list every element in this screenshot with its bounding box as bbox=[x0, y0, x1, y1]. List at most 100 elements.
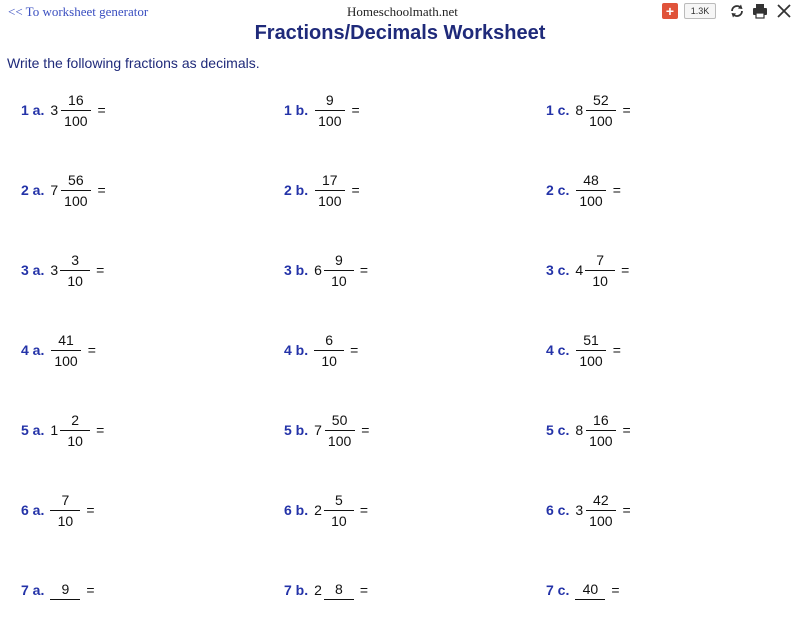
problem-label: 1 a. bbox=[21, 102, 45, 118]
problem-label: 1 b. bbox=[284, 102, 309, 118]
whole-number: 8 bbox=[575, 102, 584, 118]
equals-sign: = bbox=[612, 182, 621, 198]
problem-label: 2 a. bbox=[21, 182, 45, 198]
numerator: 8 bbox=[323, 580, 354, 600]
problem-item: 6 b. 2 5 10 = bbox=[284, 480, 368, 540]
denominator: 10 bbox=[67, 272, 83, 289]
equals-sign: = bbox=[359, 502, 369, 518]
problem-row: 3 a. 3 3 10 = 3 b. 6 9 10 = 3 c. 4 7 10 = bbox=[0, 240, 800, 300]
equals-sign: = bbox=[359, 262, 369, 278]
numerator: 51 bbox=[576, 331, 607, 351]
equals-sign: = bbox=[97, 102, 106, 118]
equals-sign: = bbox=[351, 182, 360, 198]
fraction: 9 bbox=[50, 580, 81, 601]
problem-label: 5 a. bbox=[21, 422, 45, 438]
equals-sign: = bbox=[96, 422, 105, 438]
equals-sign: = bbox=[359, 582, 369, 598]
problem-label: 4 b. bbox=[284, 342, 309, 358]
fraction: 42 100 bbox=[585, 491, 616, 530]
whole-number: 7 bbox=[50, 182, 59, 198]
problem-label: 4 c. bbox=[546, 342, 570, 358]
problem-label: 6 b. bbox=[284, 502, 309, 518]
fraction: 7 10 bbox=[50, 491, 81, 530]
problem-label: 2 b. bbox=[284, 182, 309, 198]
denominator: 10 bbox=[592, 272, 608, 289]
fraction: 41 100 bbox=[50, 331, 82, 370]
denominator: 100 bbox=[54, 352, 78, 369]
plus-icon[interactable]: + bbox=[662, 3, 678, 19]
problem-label: 6 c. bbox=[546, 502, 570, 518]
numerator: 7 bbox=[585, 251, 616, 271]
denominator: 100 bbox=[64, 112, 88, 129]
whole-number: 3 bbox=[50, 102, 59, 118]
equals-sign: = bbox=[361, 422, 370, 438]
numerator: 48 bbox=[576, 171, 607, 191]
problem-label: 7 a. bbox=[21, 582, 45, 598]
numerator: 17 bbox=[314, 171, 345, 191]
numerator: 7 bbox=[50, 491, 81, 511]
equals-sign: = bbox=[87, 342, 96, 358]
refresh-icon[interactable] bbox=[728, 2, 746, 20]
problem-item: 2 a. 7 56 100 = bbox=[21, 160, 106, 220]
equals-sign: = bbox=[351, 102, 360, 118]
whole-number: 7 bbox=[314, 422, 322, 438]
equals-sign: = bbox=[86, 502, 95, 518]
denominator: 100 bbox=[327, 432, 352, 449]
problem-item: 1 c. 8 52 100 = bbox=[546, 80, 631, 140]
denominator: 10 bbox=[331, 272, 347, 289]
problem-item: 4 b. 6 10 = bbox=[284, 320, 358, 380]
problem-row: 5 a. 1 2 10 = 5 b. 7 50 100 = 5 c. 8 16 100 = bbox=[0, 400, 800, 460]
print-icon[interactable] bbox=[751, 2, 769, 20]
worksheet-generator-link[interactable]: << To worksheet generator bbox=[8, 4, 148, 20]
fraction: 6 10 bbox=[314, 331, 345, 370]
problem-item: 1 a. 3 16 100 = bbox=[21, 80, 106, 140]
problem-row: 1 a. 3 16 100 = 1 b. 9 100 = 1 c. 8 52 100 = bbox=[0, 80, 800, 140]
equals-sign: = bbox=[611, 582, 620, 598]
page-title: Fractions/Decimals Worksheet bbox=[254, 22, 546, 44]
problem-item: 4 a. 41 100 = bbox=[21, 320, 96, 380]
fraction: 9 10 bbox=[323, 251, 354, 290]
problem-label: 5 b. bbox=[284, 422, 309, 438]
fraction: 50 100 bbox=[324, 411, 355, 450]
whole-number: 2 bbox=[314, 582, 322, 598]
equals-sign: = bbox=[612, 342, 621, 358]
denominator: 10 bbox=[57, 512, 74, 529]
numerator: 56 bbox=[60, 171, 91, 191]
problem-label: 5 c. bbox=[546, 422, 570, 438]
fraction: 16 100 bbox=[585, 411, 616, 450]
problem-item: 4 c. 51 100 = bbox=[546, 320, 621, 380]
equals-sign: = bbox=[97, 182, 106, 198]
numerator: 50 bbox=[324, 411, 355, 431]
whole-number: 2 bbox=[314, 502, 322, 518]
denominator: 10 bbox=[331, 512, 347, 529]
problem-label: 3 a. bbox=[21, 262, 45, 278]
problem-label: 3 c. bbox=[546, 262, 570, 278]
problem-item: 2 c. 48 100 = bbox=[546, 160, 621, 220]
problem-label: 4 a. bbox=[21, 342, 45, 358]
fraction: 5 10 bbox=[323, 491, 354, 530]
whole-number: 8 bbox=[575, 422, 584, 438]
denominator: 100 bbox=[589, 112, 613, 129]
whole-number: 6 bbox=[314, 262, 322, 278]
problem-item: 5 a. 1 2 10 = bbox=[21, 400, 104, 460]
numerator: 16 bbox=[60, 91, 91, 111]
problem-label: 6 a. bbox=[21, 502, 45, 518]
equals-sign: = bbox=[96, 262, 105, 278]
share-count-badge[interactable]: 1.3K bbox=[684, 3, 716, 19]
equals-sign: = bbox=[621, 262, 630, 278]
denominator: 10 bbox=[67, 432, 83, 449]
fraction: 16 100 bbox=[60, 91, 91, 130]
problem-item: 6 a. 7 10 = bbox=[21, 480, 95, 540]
problem-row: 4 a. 41 100 = 4 b. 6 10 = 4 c. 51 100 = bbox=[0, 320, 800, 380]
numerator: 40 bbox=[575, 580, 606, 600]
denominator: 10 bbox=[321, 352, 337, 369]
site-name: Homeschoolmath.net bbox=[347, 4, 458, 19]
fraction: 17 100 bbox=[314, 171, 345, 210]
denominator: 100 bbox=[318, 192, 342, 209]
fraction: 56 100 bbox=[60, 171, 91, 210]
close-icon[interactable] bbox=[775, 2, 793, 20]
equals-sign: = bbox=[622, 102, 631, 118]
equals-sign: = bbox=[622, 502, 631, 518]
fraction: 9 100 bbox=[314, 91, 345, 130]
whole-number: 3 bbox=[50, 262, 59, 278]
